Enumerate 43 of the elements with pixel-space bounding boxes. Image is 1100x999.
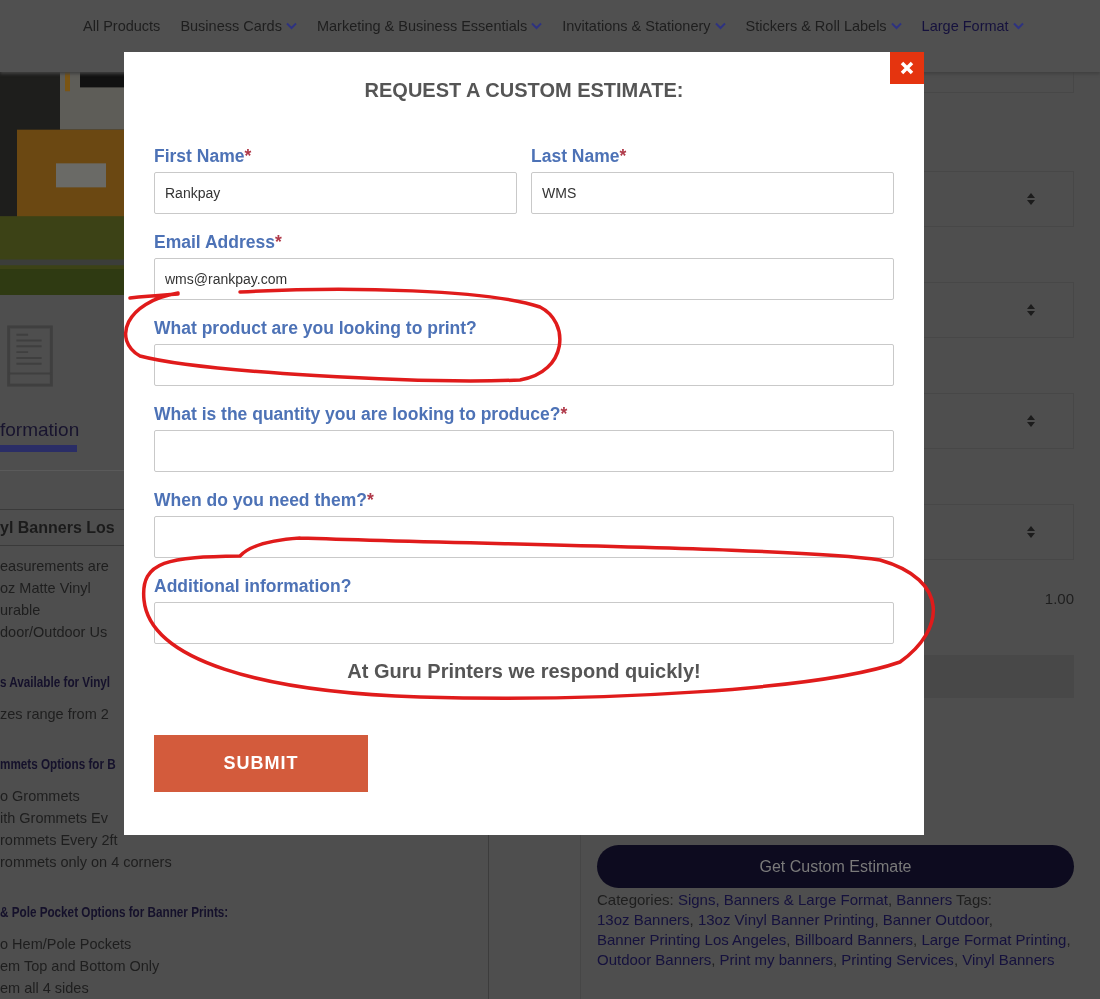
chevron-down-icon — [714, 22, 726, 30]
field-label: When do you need them?* — [154, 489, 375, 512]
tab[interactable]: formation — [0, 419, 77, 453]
input-field[interactable] — [154, 516, 894, 558]
submit-button[interactable]: SUBMIT — [154, 735, 368, 792]
field-label: Last Name* — [531, 145, 628, 168]
sort-arrows-icon — [1027, 526, 1035, 538]
sort-arrows-icon — [1027, 415, 1035, 427]
input-field[interactable]: WMS — [531, 172, 894, 214]
nav-link[interactable]: Large Format — [921, 18, 1024, 34]
sort-arrows-icon — [1027, 304, 1035, 316]
sort-arrows-icon — [1027, 193, 1035, 205]
tag-link[interactable]: Vinyl Banners — [962, 951, 1055, 968]
field-label: What is the quantity you are looking to produce?* — [154, 403, 569, 426]
input-field[interactable]: wms@rankpay.com — [154, 258, 894, 300]
tag-link[interactable]: Large Format Printing — [921, 931, 1067, 948]
input-field[interactable] — [154, 430, 894, 472]
field-label: What product are you looking to print? — [154, 317, 478, 340]
section-heading: s Available for Vinyl — [0, 672, 111, 692]
custom-estimate-button[interactable]: Get Custom Estimate — [597, 845, 1074, 888]
section-heading: & Pole Pocket Options for Banner Prints: — [0, 902, 229, 922]
tag-link[interactable]: Printing Services — [841, 951, 954, 968]
section-heading: mmets Options for B — [0, 754, 116, 774]
input-field[interactable] — [154, 602, 894, 644]
tag-link[interactable]: 13oz Banners — [597, 911, 690, 928]
close-button[interactable] — [890, 52, 924, 84]
field-label: Additional information? — [154, 575, 353, 598]
tag-link[interactable]: Signs, Banners & Large Format — [677, 891, 888, 908]
chevron-down-icon — [531, 22, 543, 30]
input-field[interactable] — [154, 344, 894, 386]
dialog-title: REQUEST A CUSTOM ESTIMATE: — [364, 78, 684, 103]
tag-link[interactable]: 13oz Vinyl Banner Printing — [697, 911, 875, 928]
chevron-down-icon — [890, 22, 902, 30]
input-field[interactable]: Rankpay — [154, 172, 517, 214]
chevron-down-icon — [285, 22, 297, 30]
tag-link[interactable]: Banner Outdoor — [882, 911, 989, 928]
field-label: First Name* — [154, 145, 253, 168]
note-text: At Guru Printers we respond quickly! — [346, 660, 702, 683]
close-icon — [900, 61, 914, 75]
field-label: Email Address* — [154, 231, 283, 254]
tag-link[interactable]: Print my banners — [719, 951, 833, 968]
tag-link[interactable]: Banners — [896, 891, 953, 908]
chevron-down-icon — [1012, 22, 1024, 30]
